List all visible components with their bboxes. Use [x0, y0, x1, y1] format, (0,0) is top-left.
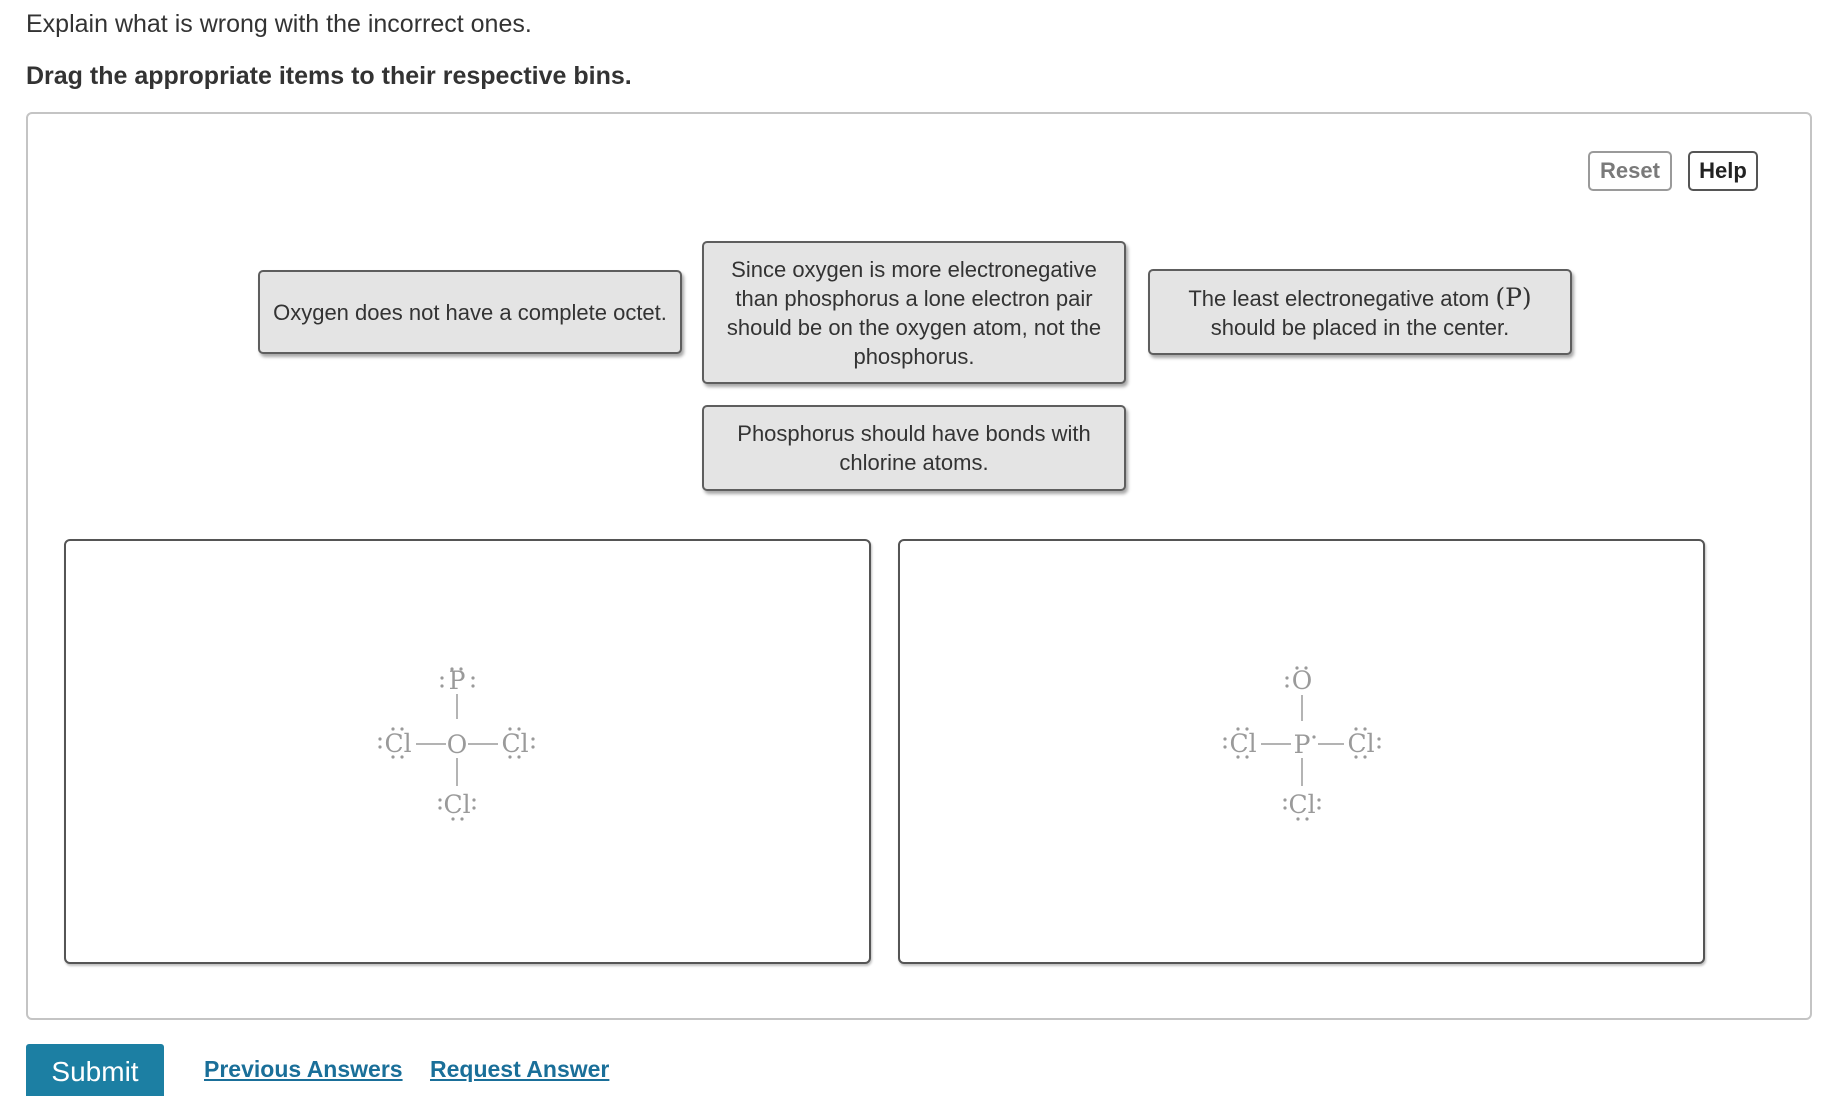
svg-text:Cl: Cl	[1347, 729, 1374, 758]
previous-answers-link[interactable]: Previous Answers	[204, 1056, 403, 1083]
svg-text:O: O	[1292, 666, 1313, 695]
lewis-structure-1: P Cl O Cl Cl	[378, 666, 535, 821]
drag-drop-panel: Reset Help Oxygen does not have a comple…	[26, 112, 1812, 1020]
svg-text:P: P	[1294, 730, 1311, 759]
structure-top-atom: O	[1285, 666, 1312, 695]
drag-instruction: Drag the appropriate items to their resp…	[26, 62, 632, 90]
svg-text:Cl: Cl	[501, 729, 528, 758]
svg-text:P: P	[449, 666, 466, 695]
item-label: The least electronegative atom (P) shoul…	[1160, 283, 1560, 342]
structure-left-atom: Cl	[378, 727, 412, 759]
structure-left-atom: Cl	[1223, 727, 1257, 759]
request-answer-link[interactable]: Request Answer	[430, 1056, 609, 1083]
page: Explain what is wrong with the incorrect…	[0, 0, 1823, 1096]
drop-bin-1[interactable]: P Cl O Cl Cl	[64, 539, 871, 964]
submit-button[interactable]: Submit	[26, 1044, 164, 1096]
svg-text:Cl: Cl	[1288, 790, 1315, 819]
phosphorus-symbol: (P)	[1495, 282, 1532, 312]
lewis-structure-2: O Cl P Cl Cl	[1223, 666, 1381, 821]
help-button[interactable]: Help	[1688, 151, 1758, 191]
item-label-start: The least electronegative atom	[1188, 285, 1496, 311]
svg-text:Cl: Cl	[443, 790, 470, 819]
instruction-text: Explain what is wrong with the incorrect…	[26, 10, 532, 38]
draggable-item-lone-pair[interactable]: Since oxygen is more electronegative tha…	[702, 241, 1126, 384]
svg-text:Cl: Cl	[384, 729, 411, 758]
svg-text:Cl: Cl	[1229, 729, 1256, 758]
item-label-end: should be placed in the center.	[1210, 314, 1510, 340]
structure-bottom-atom: Cl	[1283, 790, 1321, 821]
structure-top-atom: P	[440, 666, 475, 695]
structure-right-atom: Cl	[501, 727, 535, 759]
reset-button[interactable]: Reset	[1588, 151, 1672, 191]
item-label: Oxygen does not have a complete octet.	[273, 299, 667, 325]
structure-center-atom: O	[447, 730, 468, 759]
structure-right-atom: Cl	[1347, 727, 1381, 759]
draggable-item-phosphorus-bonds[interactable]: Phosphorus should have bonds with chlori…	[702, 405, 1126, 491]
structure-center-atom: P	[1294, 730, 1316, 759]
draggable-item-oxygen-octet[interactable]: Oxygen does not have a complete octet.	[258, 270, 682, 354]
svg-text:O: O	[447, 730, 468, 759]
draggable-item-central-atom[interactable]: The least electronegative atom (P) shoul…	[1148, 269, 1572, 355]
item-label: Phosphorus should have bonds with chlori…	[737, 421, 1091, 475]
drop-bin-2[interactable]: O Cl P Cl Cl	[898, 539, 1705, 964]
structure-bottom-atom: Cl	[438, 790, 476, 821]
item-label: Since oxygen is more electronegative tha…	[726, 256, 1102, 369]
